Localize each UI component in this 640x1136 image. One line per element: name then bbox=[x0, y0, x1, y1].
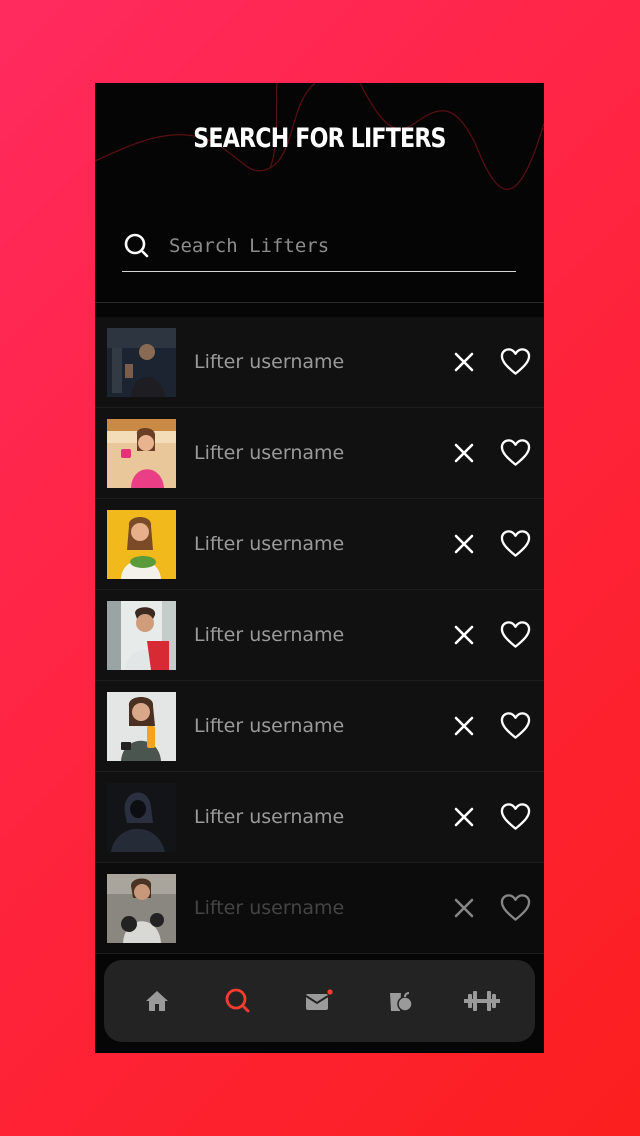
lifter-username: Lifter username bbox=[194, 442, 345, 464]
lifter-username: Lifter username bbox=[194, 806, 345, 828]
lifter-row[interactable]: Lifter username bbox=[95, 681, 544, 772]
lifter-row[interactable]: Lifter username bbox=[95, 863, 544, 954]
notification-badge bbox=[327, 989, 334, 995]
bottom-nav-bar bbox=[104, 960, 535, 1042]
lifter-username: Lifter username bbox=[194, 715, 345, 737]
lifter-username: Lifter username bbox=[194, 624, 345, 646]
dismiss-button[interactable] bbox=[452, 714, 476, 738]
search-input[interactable] bbox=[167, 234, 501, 258]
avatar bbox=[107, 510, 176, 579]
dismiss-button[interactable] bbox=[452, 623, 476, 647]
lifter-row[interactable]: Lifter username bbox=[95, 590, 544, 681]
dumbbell-icon bbox=[464, 991, 501, 1011]
lifter-username: Lifter username bbox=[194, 533, 345, 555]
header: SEARCH FOR LIFTERS bbox=[95, 83, 544, 303]
dismiss-button[interactable] bbox=[452, 532, 476, 556]
nav-messages[interactable] bbox=[297, 979, 341, 1023]
nav-search[interactable] bbox=[216, 979, 260, 1023]
nav-workouts[interactable] bbox=[460, 979, 504, 1023]
avatar bbox=[107, 601, 176, 670]
lifter-username: Lifter username bbox=[194, 351, 345, 373]
dismiss-button[interactable] bbox=[452, 805, 476, 829]
like-heart-button[interactable] bbox=[500, 347, 531, 376]
like-heart-button[interactable] bbox=[500, 620, 531, 649]
lifter-row[interactable]: Lifter username bbox=[95, 772, 544, 863]
lifter-list: Lifter username Lifter username Lifter u… bbox=[95, 317, 544, 954]
avatar bbox=[107, 692, 176, 761]
search-bar bbox=[122, 221, 516, 272]
nutrition-icon bbox=[389, 992, 413, 1012]
lifter-row[interactable]: Lifter username bbox=[95, 499, 544, 590]
home-icon bbox=[145, 991, 168, 1011]
mail-icon bbox=[305, 989, 334, 1010]
page-title: SEARCH FOR LIFTERS bbox=[193, 123, 446, 154]
nav-nutrition[interactable] bbox=[379, 979, 423, 1023]
like-heart-button[interactable] bbox=[500, 529, 531, 558]
search-icon bbox=[225, 988, 250, 1013]
like-heart-button[interactable] bbox=[500, 893, 531, 922]
app-screen: SEARCH FOR LIFTERS Lifter usern bbox=[95, 83, 544, 1053]
lifter-row[interactable]: Lifter username bbox=[95, 408, 544, 499]
like-heart-button[interactable] bbox=[500, 438, 531, 467]
avatar bbox=[107, 783, 176, 852]
avatar bbox=[107, 328, 176, 397]
avatar bbox=[107, 419, 176, 488]
header-divider bbox=[95, 302, 544, 303]
like-heart-button[interactable] bbox=[500, 711, 531, 740]
dismiss-button[interactable] bbox=[452, 896, 476, 920]
lifter-row[interactable]: Lifter username bbox=[95, 317, 544, 408]
dismiss-button[interactable] bbox=[452, 350, 476, 374]
nav-home[interactable] bbox=[135, 979, 179, 1023]
avatar bbox=[107, 874, 176, 943]
lifter-username: Lifter username bbox=[194, 897, 345, 919]
like-heart-button[interactable] bbox=[500, 802, 531, 831]
search-icon bbox=[124, 233, 149, 258]
dismiss-button[interactable] bbox=[452, 441, 476, 465]
